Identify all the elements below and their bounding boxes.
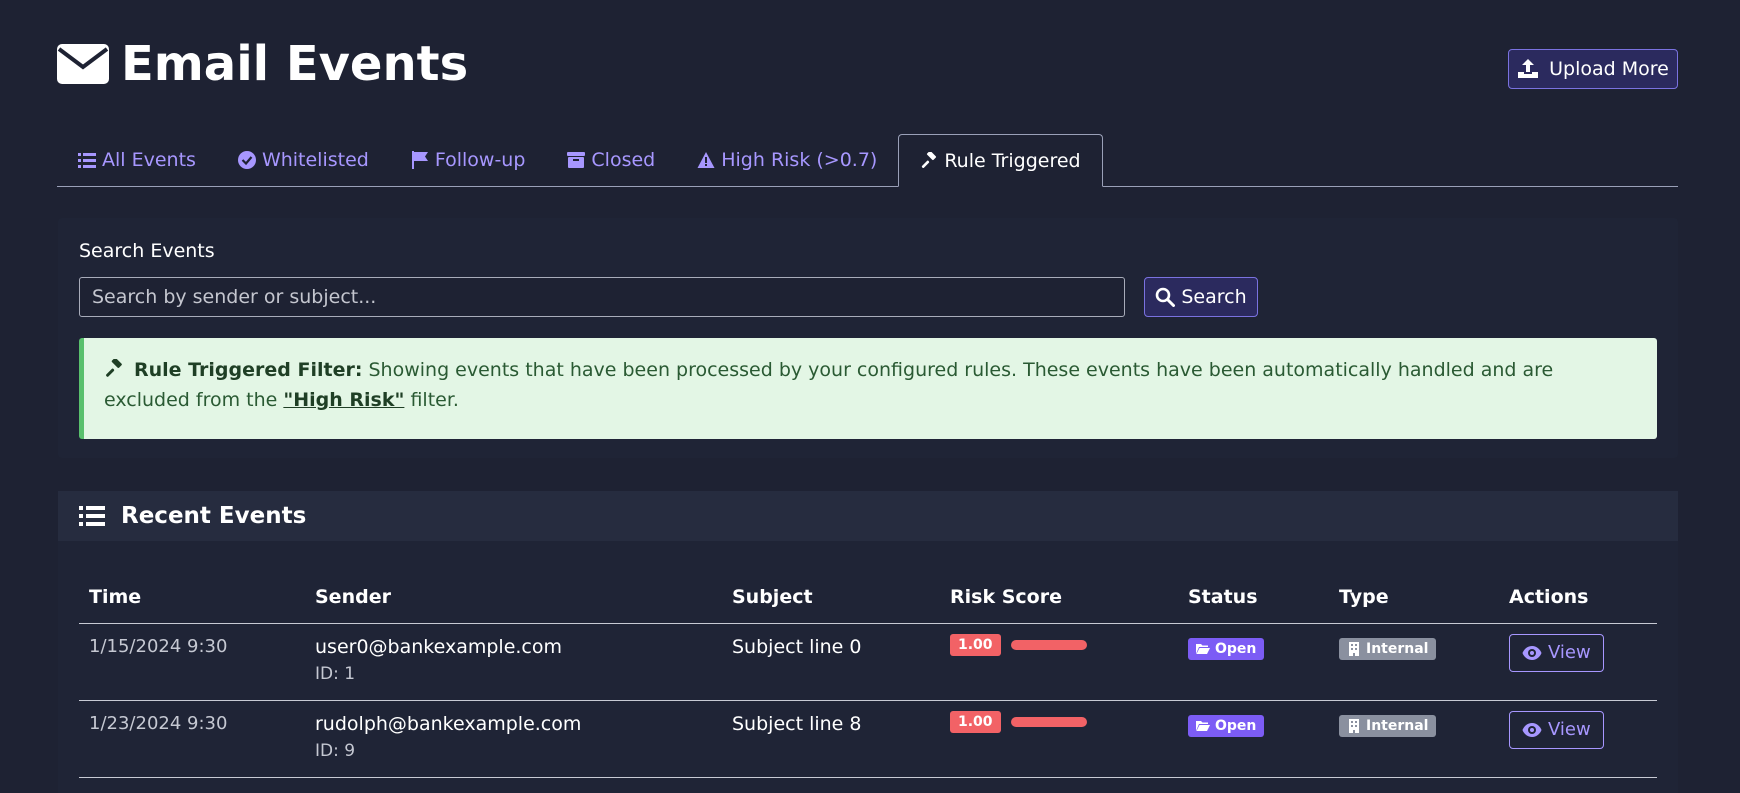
folder-open-icon — [1196, 643, 1210, 654]
event-time: 1/15/2024 9:30 — [79, 623, 305, 701]
event-id: ID: 9 — [315, 740, 356, 761]
event-sender-cell: rudolph@bankexample.com ID: 9 — [305, 700, 722, 778]
column-header-time[interactable]: Time — [79, 571, 305, 624]
upload-more-button[interactable]: Upload More — [1508, 49, 1678, 89]
column-header-subject[interactable]: Subject — [722, 571, 940, 624]
list-icon — [78, 153, 96, 168]
tab-closed[interactable]: Closed — [546, 134, 676, 186]
search-input[interactable] — [79, 277, 1125, 317]
event-status-cell: Open — [1178, 700, 1329, 778]
status-label: Open — [1215, 640, 1257, 657]
column-header-sender[interactable]: Sender — [305, 571, 722, 624]
archive-icon — [567, 152, 586, 168]
page: Email Events Upload More All Events Whit — [0, 0, 1740, 793]
table-row[interactable]: 1/23/2024 9:30 rudolph@bankexample.com I… — [79, 700, 1657, 778]
title-wrap: Email Events — [57, 36, 468, 92]
search-icon — [1156, 287, 1176, 307]
eye-icon — [1522, 722, 1542, 737]
event-actions-cell: View — [1499, 623, 1657, 701]
column-header-risk-score[interactable]: Risk Score — [940, 571, 1178, 624]
status-label: Open — [1215, 717, 1257, 734]
tab-label: All Events — [102, 149, 196, 171]
tab-follow-up[interactable]: Follow-up — [390, 134, 547, 186]
filter-tabs: All Events Whitelisted Follow-up Closed — [57, 134, 1678, 187]
upload-more-label: Upload More — [1549, 58, 1669, 80]
risk-score-bar — [1010, 716, 1087, 727]
events-title: Recent Events — [121, 503, 307, 529]
event-time: 1/23/2024 9:30 — [79, 700, 305, 778]
alert-text-end: filter. — [404, 389, 459, 411]
event-status-cell: Open — [1178, 623, 1329, 701]
gavel-icon — [922, 151, 937, 168]
table-row[interactable]: 1/15/2024 9:30 user0@bankexample.com ID:… — [79, 623, 1657, 701]
tab-whitelisted[interactable]: Whitelisted — [217, 134, 390, 186]
check-circle-icon — [237, 151, 256, 169]
tab-rule-triggered[interactable]: Rule Triggered — [898, 134, 1103, 187]
event-sender-cell: user0@bankexample.com ID: 1 — [305, 623, 722, 701]
event-type-cell: Internal — [1329, 623, 1499, 701]
page-header: Email Events Upload More — [57, 36, 1678, 96]
tab-label: High Risk (>0.7) — [721, 149, 878, 171]
event-subject: Subject line 8 — [722, 700, 940, 778]
event-risk-cell: 1.00 — [940, 700, 1178, 778]
rule-triggered-alert: Rule Triggered Filter: Showing events th… — [79, 338, 1657, 439]
gavel-icon — [106, 357, 122, 377]
event-id: ID: 1 — [315, 663, 356, 684]
search-panel: Search Events Search Rule Triggered Filt… — [58, 218, 1678, 458]
status-badge: Open — [1188, 637, 1265, 660]
search-button[interactable]: Search — [1144, 277, 1258, 317]
view-button[interactable]: View — [1509, 710, 1604, 749]
column-header-type[interactable]: Type — [1329, 571, 1499, 624]
high-risk-link[interactable]: "High Risk" — [283, 389, 404, 411]
status-badge: Open — [1188, 714, 1265, 737]
envelope-icon — [57, 44, 109, 84]
building-icon — [1349, 641, 1359, 656]
eye-icon — [1522, 645, 1542, 660]
alert-title: Rule Triggered Filter: — [134, 359, 363, 381]
event-actions-cell: View — [1499, 700, 1657, 778]
building-icon — [1349, 718, 1359, 733]
type-label: Internal — [1366, 717, 1429, 734]
risk-score-bar — [1010, 639, 1087, 650]
tab-label: Whitelisted — [261, 149, 369, 171]
event-type-cell: Internal — [1329, 700, 1499, 778]
event-sender: rudolph@bankexample.com — [315, 712, 582, 735]
event-subject: Subject line 0 — [722, 623, 940, 701]
event-risk-cell: 1.00 — [940, 623, 1178, 701]
type-label: Internal — [1366, 640, 1429, 657]
risk-score-badge: 1.00 — [950, 710, 1001, 733]
warning-icon — [697, 152, 715, 168]
search-label: Search Events — [79, 240, 215, 262]
event-sender: user0@bankexample.com — [315, 635, 562, 658]
table-header-row: Time Sender Subject Risk Score Status Ty… — [79, 571, 1657, 624]
type-badge: Internal — [1339, 637, 1437, 660]
page-title: Email Events — [121, 36, 469, 92]
folder-open-icon — [1196, 720, 1210, 731]
events-header: Recent Events — [58, 491, 1678, 541]
view-label: View — [1548, 642, 1591, 663]
type-badge: Internal — [1339, 714, 1437, 737]
upload-icon — [1518, 59, 1539, 78]
column-header-actions: Actions — [1499, 571, 1657, 624]
tab-all-events[interactable]: All Events — [57, 134, 217, 186]
view-label: View — [1548, 719, 1591, 740]
tab-high-risk[interactable]: High Risk (>0.7) — [676, 134, 898, 186]
recent-events-panel: Recent Events Time Sender Subject Risk S… — [58, 491, 1678, 793]
list-icon — [79, 506, 105, 526]
tab-label: Closed — [591, 149, 656, 171]
search-button-label: Search — [1181, 286, 1247, 308]
view-button[interactable]: View — [1509, 633, 1604, 672]
column-header-status[interactable]: Status — [1178, 571, 1329, 624]
tab-label: Follow-up — [434, 149, 526, 171]
events-table: Time Sender Subject Risk Score Status Ty… — [79, 571, 1657, 778]
risk-score-badge: 1.00 — [950, 633, 1001, 656]
flag-icon — [411, 151, 428, 169]
tab-label: Rule Triggered — [944, 149, 1081, 172]
